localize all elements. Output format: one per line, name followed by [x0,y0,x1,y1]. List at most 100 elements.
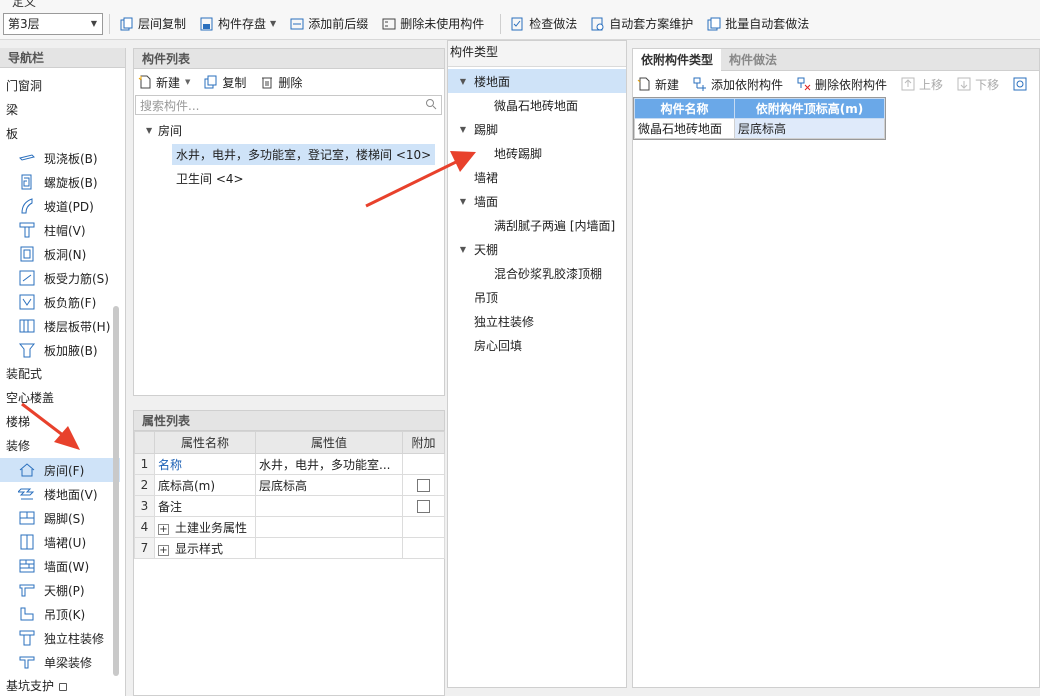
column-header [134,431,155,454]
attached-elevation-cell[interactable]: 层底标高 [734,118,885,139]
nav-item-label: 吊顶(K) [44,607,86,622]
copy-component-button[interactable]: 复制 [204,74,246,91]
nav-category[interactable]: 装配式 [0,362,120,386]
expand-plus-icon[interactable]: + [158,523,169,535]
new-component-button[interactable]: 新建 ▼ [138,74,190,91]
nav-item-floor-surface[interactable]: 楼地面(V) [0,482,120,506]
column-cap-icon [18,221,36,239]
nav-item-slab-hole[interactable]: 板洞(N) [0,242,120,266]
table-row[interactable]: 2 底标高(m) 层底标高 [134,474,445,496]
move-down-button[interactable]: 下移 [957,76,999,93]
property-value[interactable]: 层底标高 [255,474,403,496]
component-type-panel: 构件类型 ▼ 楼地面 微晶石地砖地面 ▼ 踢脚 地砖踢脚 墙裙 ▼ 墙面 满刮腻… [447,40,627,688]
tree-item[interactable]: 水井，电井，多功能室，登记室，楼梯间 <10> [134,142,444,166]
type-node-ceiling[interactable]: ▼ 天棚 [448,237,626,261]
nav-item-beam-finish[interactable]: 单梁装修 [0,650,120,674]
toolbar-divider [500,13,502,34]
nav-item-ramp[interactable]: 坡道(PD) [0,194,120,218]
type-node-dado[interactable]: 墙裙 [448,165,626,189]
nav-category[interactable]: 板 [0,122,120,146]
nav-item-label: 坡道(PD) [44,199,94,214]
delete-unused-button[interactable]: 删除未使用构件 [378,12,488,36]
type-item-label: 满刮腻子两遍 [内墙面] [494,218,616,233]
column-header: 属性值 [255,431,403,454]
type-node-floor[interactable]: ▼ 楼地面 [448,69,626,93]
slab-hole-icon [18,245,36,263]
nav-item-column-finish[interactable]: 独立柱装修 [0,626,120,650]
nav-scrollbar[interactable] [113,306,119,676]
nav-category[interactable]: 装修 [0,434,120,458]
type-item[interactable]: 微晶石地砖地面 [448,93,626,117]
copy-floor-icon [120,17,134,31]
suspended-ceiling-icon [18,605,36,623]
nav-category[interactable]: 楼梯 [0,410,120,434]
table-row[interactable]: 7 + 显示样式 [134,537,445,559]
property-value[interactable]: 水井，电井，多功能室... [255,453,403,475]
nav-item-label: 踢脚(S) [44,511,85,526]
nav-item-slab-rebar[interactable]: 板受力筋(S) [0,266,120,290]
batch-auto-button[interactable]: 批量自动套做法 [703,12,813,36]
nav-item-dado[interactable]: 墙裙(U) [0,530,120,554]
tree-node-room[interactable]: ▼ 房间 [134,118,444,142]
table-row[interactable]: 微晶石地砖地面 层底标高 [634,118,885,139]
property-extra [402,453,445,475]
nav-item-ceiling[interactable]: 天棚(P) [0,578,120,602]
nav-item-spiral-slab[interactable]: 螺旋板(B) [0,170,120,194]
move-up-button[interactable]: 上移 [901,76,943,93]
component-search-input[interactable]: 搜索构件... [135,95,442,115]
type-item[interactable]: 混合砂浆乳胶漆顶棚 [448,261,626,285]
property-name: 备注 [154,495,256,517]
arrow-down-icon [957,77,971,91]
component-list-title: 构件列表 [134,49,444,69]
nav-item-wall-surface[interactable]: 墙面(W) [0,554,120,578]
auto-plan-button[interactable]: 自动套方案维护 [587,12,697,36]
nav-item-column-cap[interactable]: 柱帽(V) [0,218,120,242]
row-number: 3 [134,495,155,517]
floor-select[interactable]: 第3层 ▼ [3,12,103,35]
nav-item-negative-rebar[interactable]: 板负筋(F) [0,290,120,314]
nav-category[interactable]: 空心楼盖 [0,386,120,410]
nav-item-suspended-ceiling[interactable]: 吊顶(K) [0,602,120,626]
check-method-button[interactable]: 检查做法 [507,12,581,36]
add-prefix-button[interactable]: 添加前后缀 [286,12,372,36]
tab-attached-type[interactable]: 依附构件类型 [633,49,722,71]
expand-plus-icon[interactable]: + [158,544,169,556]
property-name: + 土建业务属性 [154,516,256,538]
tab-component-method[interactable]: 构件做法 [721,49,785,71]
tree-item[interactable]: 卫生间 <4> [134,166,444,190]
nav-item-room[interactable]: 房间(F) [0,458,120,482]
type-node-skirting[interactable]: ▼ 踢脚 [448,117,626,141]
table-row[interactable]: 4 + 土建业务属性 [134,516,445,538]
property-extra [402,474,445,496]
nav-item-slab-strip[interactable]: 楼层板带(H) [0,314,120,338]
type-item[interactable]: 地砖踢脚 [448,141,626,165]
nav-category-foundation-support[interactable]: 基坑支护 [0,674,120,696]
property-value[interactable] [255,495,403,517]
search-icon [1013,77,1027,91]
table-row[interactable]: 1 名称 水井，电井，多功能室... [134,453,445,475]
delete-attached-button[interactable]: 删除依附构件 [797,76,887,93]
batch-auto-label: 批量自动套做法 [725,17,810,31]
type-node-column-finish[interactable]: 独立柱装修 [448,309,626,333]
nav-item-cast-slab[interactable]: 现浇板(B) [0,146,120,170]
more-toolbar-button[interactable] [1013,77,1031,91]
add-attached-button[interactable]: 添加依附构件 [693,76,783,93]
new-attached-button[interactable]: 新建 [637,76,679,93]
delete-component-button[interactable]: 删除 [260,74,302,91]
type-node-backfill[interactable]: 房心回填 [448,333,626,357]
copy-floor-button[interactable]: 层间复制 [116,12,190,36]
type-node-wall[interactable]: ▼ 墙面 [448,189,626,213]
checkbox[interactable] [417,479,430,492]
nav-category[interactable]: 梁 [0,98,120,122]
save-component-button[interactable]: 构件存盘 ▼ [196,12,280,36]
type-node-suspended-ceiling[interactable]: 吊顶 [448,285,626,309]
attached-name-cell[interactable]: 微晶石地砖地面 [634,118,735,139]
floor-surface-icon [18,485,36,503]
nav-item-skirting[interactable]: 踢脚(S) [0,506,120,530]
nav-category[interactable]: 门窗洞 [0,74,120,98]
expand-triangle-icon: ▼ [459,196,467,206]
nav-item-slab-haunch[interactable]: 板加腋(B) [0,338,120,362]
type-item[interactable]: 满刮腻子两遍 [内墙面] [448,213,626,237]
table-row[interactable]: 3 备注 [134,495,445,517]
checkbox[interactable] [417,500,430,513]
